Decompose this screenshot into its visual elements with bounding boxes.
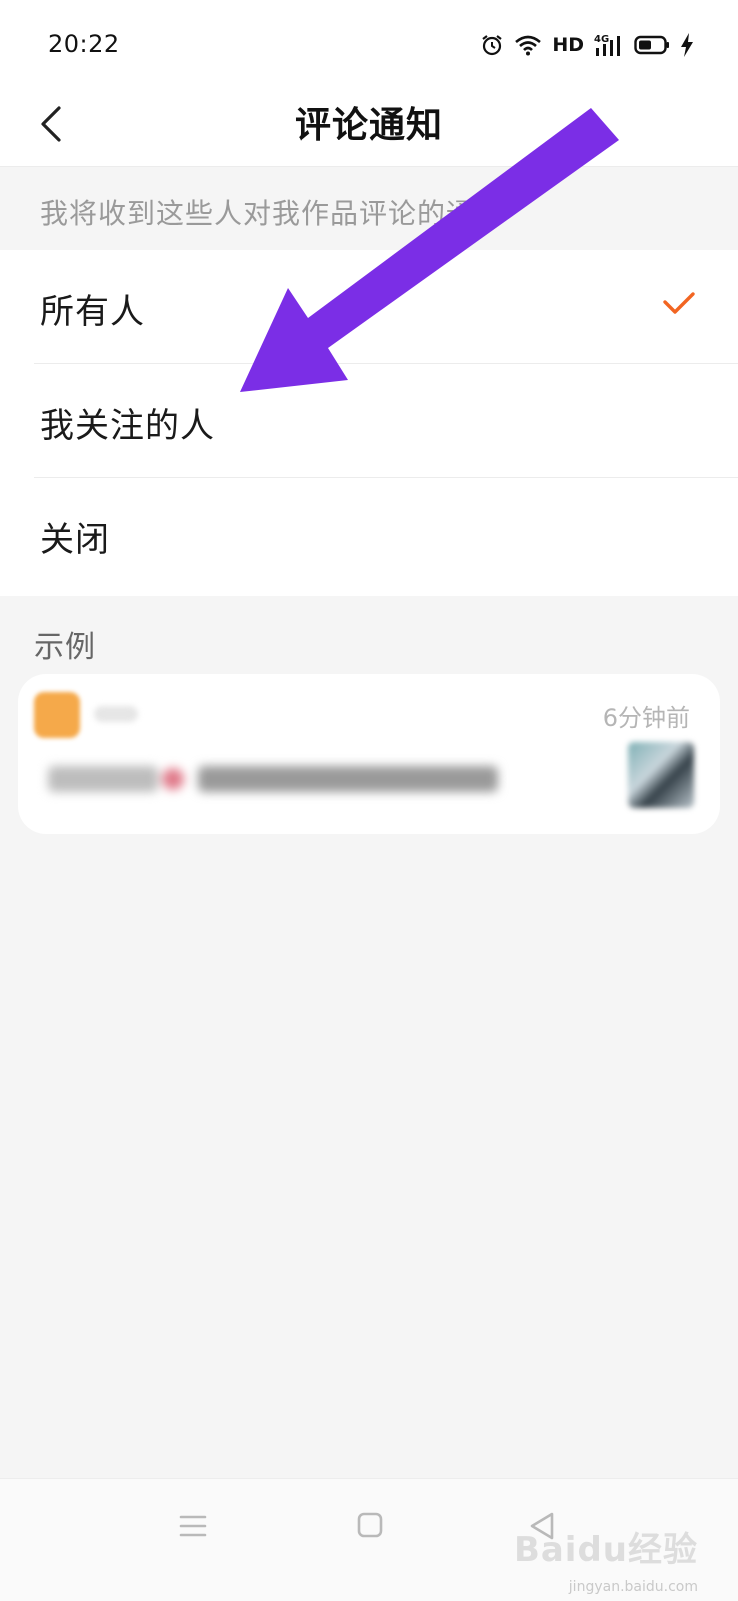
watermark: Baidu经验: [513, 1530, 698, 1570]
hd-label: HD: [552, 34, 584, 56]
status-time: 20:22: [48, 30, 120, 58]
option-off[interactable]: 关闭: [0, 478, 738, 592]
options-list: 所有人 我关注的人 关闭: [0, 250, 738, 596]
battery-icon: [634, 35, 669, 55]
status-bar: 20:22 HD 4G: [0, 0, 738, 90]
blurred-notification-text: [48, 764, 528, 794]
wifi-icon: [515, 35, 542, 56]
option-following[interactable]: 我关注的人: [0, 364, 738, 478]
page-title: 评论通知: [294, 105, 443, 146]
option-label: 关闭: [40, 520, 110, 560]
signal-4g-icon: 4G: [594, 34, 620, 56]
notification-time: 6分钟前: [602, 704, 690, 732]
notification-thumbnail: [628, 742, 694, 808]
watermark-sub: jingyan.baidu.com: [568, 1579, 698, 1595]
alarm-icon: [482, 35, 502, 56]
home-square-icon[interactable]: [356, 1511, 384, 1539]
menu-icon[interactable]: [178, 1511, 208, 1541]
page-header: 评论通知: [0, 90, 738, 167]
app-icon: [34, 692, 80, 738]
status-icons: HD 4G: [480, 30, 694, 60]
system-nav-bar: Baidu经验 jingyan.baidu.com: [0, 1478, 738, 1601]
example-notification-card: 6分钟前: [18, 674, 720, 834]
option-label: 所有人: [40, 292, 145, 332]
blurred-app-name: [94, 706, 138, 722]
section-description: 我将收到这些人对我作品评论的通知: [40, 197, 505, 230]
option-everyone[interactable]: 所有人: [0, 250, 738, 364]
example-section-label: 示例: [34, 630, 96, 665]
svg-text:4G: 4G: [594, 34, 609, 45]
option-label: 我关注的人: [40, 406, 215, 446]
checkmark-icon: [663, 292, 695, 314]
charging-icon: [681, 33, 693, 57]
